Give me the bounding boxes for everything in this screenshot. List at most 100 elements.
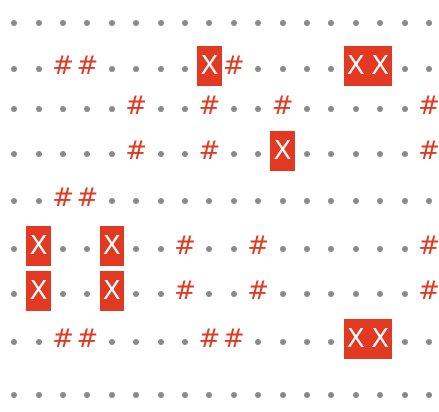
- empty-dot-cell: [26, 178, 50, 218]
- empty-dot-cell: [246, 0, 270, 40]
- empty-dot-cell: [26, 46, 50, 86]
- empty-dot-cell: [2, 226, 26, 266]
- empty-dot-cell: [319, 86, 343, 126]
- wall-cell: #: [418, 91, 439, 121]
- empty-dot-cell: [222, 0, 246, 40]
- empty-dot-cell: [2, 46, 26, 86]
- empty-dot-cell: [270, 178, 294, 218]
- marker-cell: X: [26, 271, 51, 311]
- empty-dot-cell: [100, 86, 124, 126]
- empty-dot-cell: [197, 178, 221, 218]
- empty-dot-cell: [51, 86, 75, 126]
- empty-dot-cell: [222, 86, 246, 126]
- empty-dot-cell: [222, 226, 246, 266]
- board-row: X X # # #: [0, 271, 439, 311]
- empty-dot-cell: [148, 372, 172, 412]
- wall-cell: #: [76, 51, 99, 81]
- empty-dot-cell: [368, 372, 392, 412]
- board-row: # # X # X X: [0, 46, 439, 86]
- empty-dot-cell: [51, 271, 75, 311]
- wall-cell: #: [247, 231, 270, 261]
- empty-dot-cell: [270, 372, 294, 412]
- empty-dot-cell: [246, 178, 270, 218]
- empty-dot-cell: [124, 46, 148, 86]
- empty-dot-cell: [246, 319, 270, 359]
- wall-cell: #: [198, 324, 221, 354]
- board-row: # #: [0, 178, 439, 218]
- empty-dot-cell: [148, 46, 172, 86]
- empty-dot-cell: [392, 0, 416, 40]
- empty-dot-cell: [148, 226, 172, 266]
- empty-dot-cell: [75, 226, 99, 266]
- empty-dot-cell: [173, 131, 197, 171]
- empty-dot-cell: [319, 271, 343, 311]
- empty-dot-cell: [344, 86, 368, 126]
- empty-dot-cell: [124, 226, 148, 266]
- empty-dot-cell: [148, 0, 172, 40]
- wall-cell: #: [52, 183, 74, 213]
- board-row: # # # #: [0, 86, 439, 126]
- empty-dot-cell: [368, 86, 392, 126]
- empty-dot-cell: [222, 372, 246, 412]
- empty-dot-cell: [2, 86, 26, 126]
- empty-dot-cell: [344, 0, 368, 40]
- empty-dot-cell: [148, 271, 172, 311]
- empty-dot-cell: [368, 178, 392, 218]
- empty-dot-cell: [26, 319, 50, 359]
- empty-dot-cell: [417, 178, 439, 218]
- empty-dot-cell: [319, 372, 343, 412]
- marker-cell: X: [343, 46, 368, 86]
- board-row: # # X #: [0, 131, 439, 171]
- empty-dot-cell: [368, 271, 392, 311]
- empty-dot-cell: [319, 131, 343, 171]
- empty-dot-cell: [270, 319, 294, 359]
- empty-dot-cell: [148, 86, 172, 126]
- empty-dot-cell: [51, 372, 75, 412]
- empty-dot-cell: [51, 131, 75, 171]
- empty-dot-cell: [295, 131, 319, 171]
- empty-dot-cell: [222, 271, 246, 311]
- board-row: [0, 372, 439, 412]
- board-row: # # # # X X: [0, 319, 439, 359]
- empty-dot-cell: [148, 131, 172, 171]
- empty-dot-cell: [100, 178, 124, 218]
- marker-cell: X: [343, 319, 368, 359]
- empty-dot-cell: [100, 131, 124, 171]
- empty-dot-cell: [51, 0, 75, 40]
- wall-cell: #: [76, 183, 99, 213]
- empty-dot-cell: [51, 226, 75, 266]
- wall-cell: #: [198, 91, 221, 121]
- empty-dot-cell: [2, 0, 26, 40]
- marker-cell: X: [270, 131, 295, 171]
- empty-dot-cell: [417, 0, 439, 40]
- empty-dot-cell: [173, 86, 197, 126]
- empty-dot-cell: [295, 319, 319, 359]
- empty-dot-cell: [344, 226, 368, 266]
- empty-dot-cell: [124, 372, 148, 412]
- empty-dot-cell: [173, 319, 197, 359]
- empty-dot-cell: [392, 226, 416, 266]
- empty-dot-cell: [100, 0, 124, 40]
- empty-dot-cell: [392, 178, 416, 218]
- empty-dot-cell: [222, 178, 246, 218]
- empty-dot-cell: [124, 319, 148, 359]
- empty-dot-cell: [246, 46, 270, 86]
- empty-dot-cell: [173, 0, 197, 40]
- empty-dot-cell: [222, 131, 246, 171]
- empty-dot-cell: [392, 271, 416, 311]
- empty-dot-cell: [173, 178, 197, 218]
- empty-dot-cell: [100, 46, 124, 86]
- empty-dot-cell: [344, 131, 368, 171]
- empty-dot-cell: [417, 46, 439, 86]
- empty-dot-cell: [295, 86, 319, 126]
- board-row: X X # # #: [0, 226, 439, 266]
- empty-dot-cell: [270, 0, 294, 40]
- empty-dot-cell: [319, 319, 343, 359]
- wall-cell: #: [418, 231, 439, 261]
- marker-cell: X: [99, 271, 124, 311]
- wall-cell: #: [247, 276, 270, 306]
- wall-cell: #: [271, 91, 294, 121]
- empty-dot-cell: [2, 131, 26, 171]
- game-board: # # X # X X # # # # # # X # # # X X # # # X X # # # # # # # X X: [0, 0, 439, 410]
- empty-dot-cell: [295, 0, 319, 40]
